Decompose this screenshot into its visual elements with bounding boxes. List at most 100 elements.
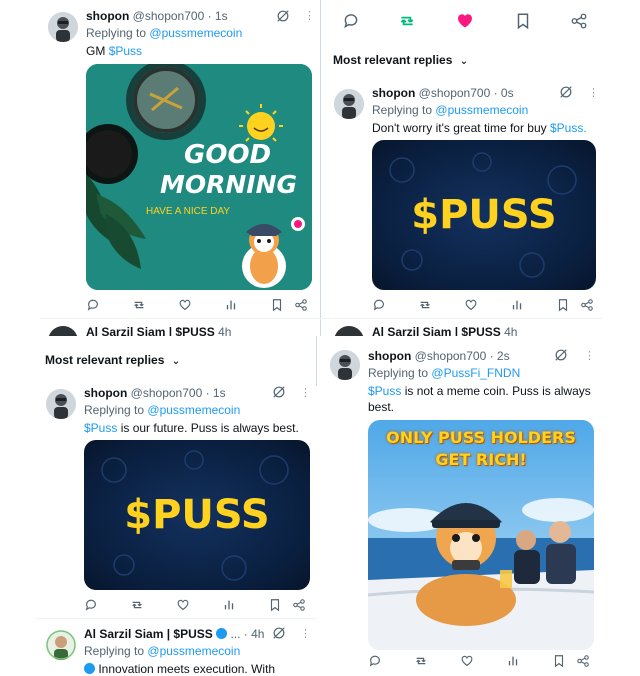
like-icon[interactable] (456, 12, 474, 30)
author-name[interactable]: Al Sarzil Siam | $PUSS ... · 4h (84, 627, 264, 641)
retweet-icon[interactable] (398, 12, 416, 30)
grok-icon[interactable] (272, 385, 286, 399)
share-icon[interactable] (292, 598, 306, 612)
image-headline-1: ONLY PUSS HOLDERS (386, 428, 576, 447)
bookmark-icon[interactable] (552, 654, 566, 668)
mention-link[interactable]: @pussmemecoin (147, 403, 240, 417)
reply-icon[interactable] (84, 598, 98, 612)
author-name[interactable]: shopon @shopon700 · 1s (84, 386, 226, 400)
image-text-morning: MORNING (160, 170, 298, 199)
like-icon[interactable] (178, 298, 192, 312)
author-name[interactable]: shopon @shopon700 · 2s (368, 349, 510, 363)
tweet-image[interactable]: GOOD MORNING HAVE A NICE DAY (86, 64, 312, 290)
tweet-image[interactable]: $PUSS (372, 140, 596, 290)
reply-icon[interactable] (372, 298, 386, 312)
image-text-good: GOOD (184, 140, 272, 170)
mention-link[interactable]: @pussmemecoin (147, 644, 240, 658)
share-icon[interactable] (580, 298, 594, 312)
avatar[interactable] (48, 12, 78, 42)
grok-icon[interactable] (272, 626, 286, 640)
reply-icon[interactable] (342, 12, 360, 30)
divider (320, 318, 603, 319)
more-icon[interactable]: ⋮ (304, 9, 315, 22)
replying-line: Replying to @pussmemecoin (86, 26, 243, 40)
replies-sort-dropdown[interactable]: Most relevant replies ⌄ (333, 53, 468, 67)
bookmark-icon[interactable] (268, 598, 282, 612)
bookmark-icon[interactable] (270, 298, 284, 312)
tweet-image[interactable]: ONLY PUSS HOLDERS GET RICH! (368, 420, 594, 650)
post-panel-1: shopon @shopon700 · 1s ⋮ Replying to @pu… (40, 0, 320, 336)
views-icon[interactable] (506, 654, 520, 668)
ticker-link[interactable]: $Puss. (550, 121, 587, 135)
share-icon[interactable] (576, 654, 590, 668)
author-name[interactable]: shopon @shopon700 · 0s (372, 86, 514, 100)
like-icon[interactable] (464, 298, 478, 312)
reply-icon[interactable] (86, 298, 100, 312)
avatar[interactable] (334, 89, 364, 119)
views-icon[interactable] (224, 298, 238, 312)
more-icon[interactable]: ⋮ (300, 386, 311, 399)
views-icon[interactable] (510, 298, 524, 312)
bookmark-icon[interactable] (556, 298, 570, 312)
post-panel-3: Most relevant replies ⌄ shopon @shopon70… (36, 336, 316, 676)
replies-sort-dropdown[interactable]: Most relevant replies ⌄ (45, 353, 180, 367)
share-icon[interactable] (570, 12, 588, 30)
post-panel-4: shopon @shopon700 · 2s ⋮ Replying to @Pu… (316, 336, 603, 676)
mention-link[interactable]: @pussmemecoin (435, 103, 528, 117)
views-icon[interactable] (222, 598, 236, 612)
image-text-niceday: HAVE A NICE DAY (146, 206, 231, 217)
tweet-image[interactable]: $PUSS (84, 440, 310, 590)
action-bar (372, 298, 596, 312)
author-name[interactable]: shopon @shopon700 · 1s (86, 9, 228, 23)
grok-icon[interactable] (559, 85, 573, 99)
replying-line: Replying to @pussmemecoin (84, 403, 241, 417)
action-bar (86, 298, 312, 312)
bookmark-icon[interactable] (514, 12, 532, 30)
tweet-text-cont: best. (368, 400, 395, 414)
like-icon[interactable] (176, 598, 190, 612)
tweet-text: Innovation meets execution. With (84, 662, 275, 676)
more-icon[interactable]: ⋮ (300, 627, 311, 640)
chevron-down-icon: ⌄ (459, 56, 469, 67)
image-text-puss: $PUSS (411, 192, 557, 238)
tweet-text: $Puss is not a meme coin. Puss is always (368, 384, 591, 398)
panel-divider (316, 336, 317, 386)
ticker-link[interactable]: $Puss (84, 421, 117, 435)
avatar[interactable] (48, 326, 78, 336)
ticker-link[interactable]: $Puss (368, 384, 401, 398)
ticker-link[interactable]: $Puss (109, 44, 142, 58)
next-reply-author[interactable]: Al Sarzil Siam | $PUSS 4h (86, 325, 231, 336)
author-meta: @shopon700 · 1s (132, 9, 228, 23)
replying-line: Replying to @PussFi_FNDN (368, 366, 521, 380)
action-bar (84, 598, 310, 612)
avatar[interactable] (334, 326, 364, 336)
author-meta: @shopon700 · 1s (130, 386, 226, 400)
grok-icon[interactable] (554, 348, 568, 362)
divider (40, 318, 320, 319)
mention-link[interactable]: @pussmemecoin (149, 26, 242, 40)
retweet-icon[interactable] (132, 298, 146, 312)
verified-icon (216, 628, 228, 639)
more-icon[interactable]: ⋮ (588, 86, 599, 99)
avatar[interactable] (330, 350, 360, 380)
focused-action-bar (340, 12, 600, 30)
post-panel-2: Most relevant replies ⌄ shopon @shopon70… (320, 0, 603, 336)
retweet-icon[interactable] (130, 598, 144, 612)
divider (36, 618, 316, 619)
author-meta: ... · 4h (230, 627, 265, 641)
avatar[interactable] (46, 630, 76, 660)
tweet-text: GM $Puss (86, 44, 143, 58)
next-reply-author[interactable]: Al Sarzil Siam | $PUSS 4h (372, 325, 517, 336)
replying-line: Replying to @pussmemecoin (84, 644, 241, 658)
grok-icon[interactable] (276, 9, 290, 23)
share-icon[interactable] (294, 298, 308, 312)
retweet-icon[interactable] (418, 298, 432, 312)
author-meta: @shopon700 · 2s (414, 349, 510, 363)
reply-icon[interactable] (368, 654, 382, 668)
mention-link[interactable]: @PussFi_FNDN (431, 366, 520, 380)
avatar[interactable] (46, 389, 76, 419)
like-icon[interactable] (460, 654, 474, 668)
retweet-icon[interactable] (414, 654, 428, 668)
more-icon[interactable]: ⋮ (584, 349, 595, 362)
image-text-puss: $PUSS (124, 492, 270, 538)
